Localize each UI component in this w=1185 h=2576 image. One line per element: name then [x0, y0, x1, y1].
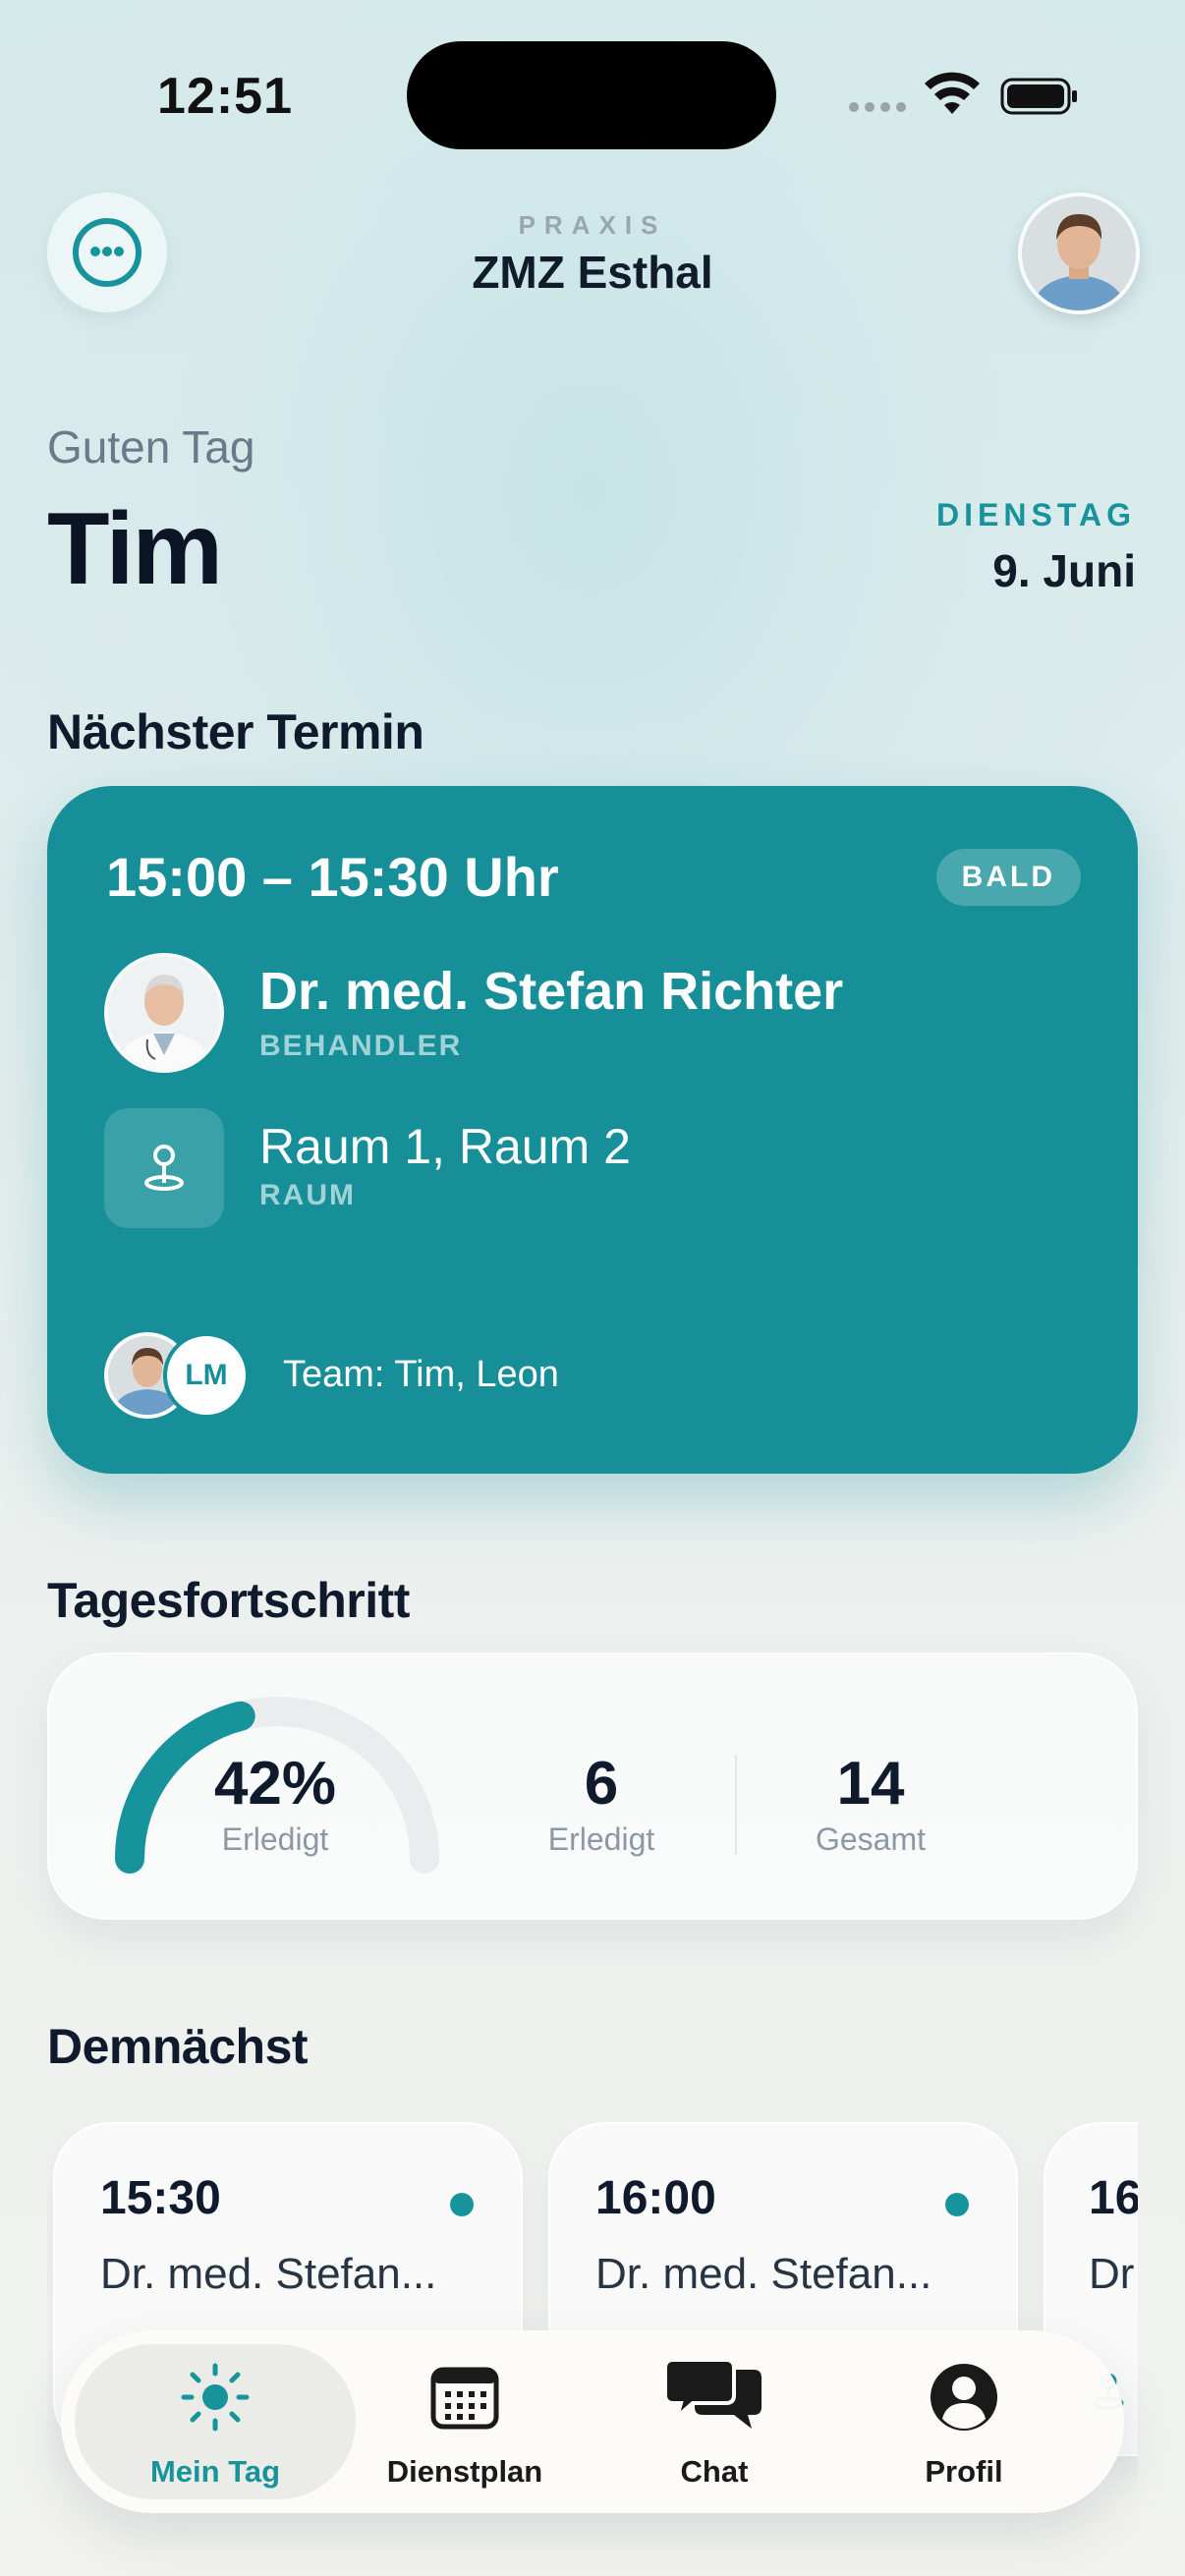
upcoming-title: Demnächst [47, 2019, 309, 2074]
praxis-label: PRAXIS [518, 210, 667, 240]
calendar-icon [430, 2367, 499, 2430]
greeting-text: Guten Tag [47, 421, 255, 473]
progress-percent: 42% [213, 1750, 337, 1818]
tab-profil[interactable]: Profil [846, 2330, 1082, 2513]
tab-label: Profil [925, 2454, 1003, 2489]
progress-title: Tagesfortschritt [47, 1573, 410, 1628]
chat-icon [665, 2358, 762, 2429]
location-pin-icon [104, 1108, 224, 1228]
wifi-icon [925, 72, 980, 114]
tab-bar: Mein Tag Dienstplan Chat Profil [61, 2330, 1124, 2513]
total-count: 14 [836, 1750, 905, 1818]
tab-mein-tag[interactable]: Mein Tag [97, 2330, 333, 2513]
weekday-label: DIENSTAG [936, 497, 1136, 532]
dynamic-island [407, 41, 776, 149]
total-label: Gesamt [815, 1821, 927, 1857]
battery-icon [1000, 78, 1077, 115]
user-avatar[interactable] [1018, 193, 1140, 314]
doctor-name: Dr. med. Stefan Richter [259, 962, 844, 1021]
stat-divider [735, 1755, 737, 1855]
upcoming-time: 16 [1089, 2172, 1138, 2224]
done-label: Erledigt [547, 1821, 655, 1857]
upcoming-time: 15:30 [100, 2172, 221, 2224]
progress-card: 42% Erledigt 6 Erledigt 14 Gesamt [47, 1652, 1138, 1920]
doctor-avatar [104, 953, 224, 1073]
upcoming-doctor: Dr. med. Stefan... [595, 2250, 932, 2298]
cellular-signal-icon [849, 102, 908, 116]
team-avatar-lm: LM [163, 1332, 250, 1419]
room-label: RAUM [259, 1179, 356, 1211]
tab-label: Mein Tag [149, 2454, 281, 2489]
team-text: Team: Tim, Leon [283, 1354, 559, 1395]
next-appointment-card[interactable]: 15:00 – 15:30 Uhr BALD Dr. med. Stefan R… [47, 786, 1138, 1474]
user-name: Tim [47, 492, 223, 606]
profile-icon [931, 2364, 997, 2431]
praxis-name[interactable]: ZMZ Esthal [0, 246, 1185, 299]
status-dot [450, 2193, 474, 2216]
tab-label: Chat [680, 2454, 749, 2489]
room-name: Raum 1, Raum 2 [259, 1119, 631, 1174]
tab-chat[interactable]: Chat [596, 2330, 832, 2513]
status-dot [945, 2193, 969, 2216]
sun-icon [181, 2363, 250, 2432]
upcoming-doctor: Dr. med. Stefan... [100, 2250, 437, 2298]
progress-percent-label: Erledigt [221, 1821, 329, 1857]
date-label: 9. Juni [992, 545, 1136, 596]
upcoming-doctor: Dr [1089, 2250, 1135, 2298]
tab-label: Dienstplan [386, 2454, 543, 2489]
status-time: 12:51 [157, 68, 293, 125]
upcoming-time: 16:00 [595, 2172, 716, 2224]
appointment-time: 15:00 – 15:30 Uhr [106, 846, 559, 908]
doctor-role: BEHANDLER [259, 1030, 463, 1062]
status-badge: BALD [935, 849, 1081, 906]
done-count: 6 [584, 1750, 619, 1818]
next-appointment-title: Nächster Termin [47, 704, 424, 759]
tab-dienstplan[interactable]: Dienstplan [347, 2330, 583, 2513]
